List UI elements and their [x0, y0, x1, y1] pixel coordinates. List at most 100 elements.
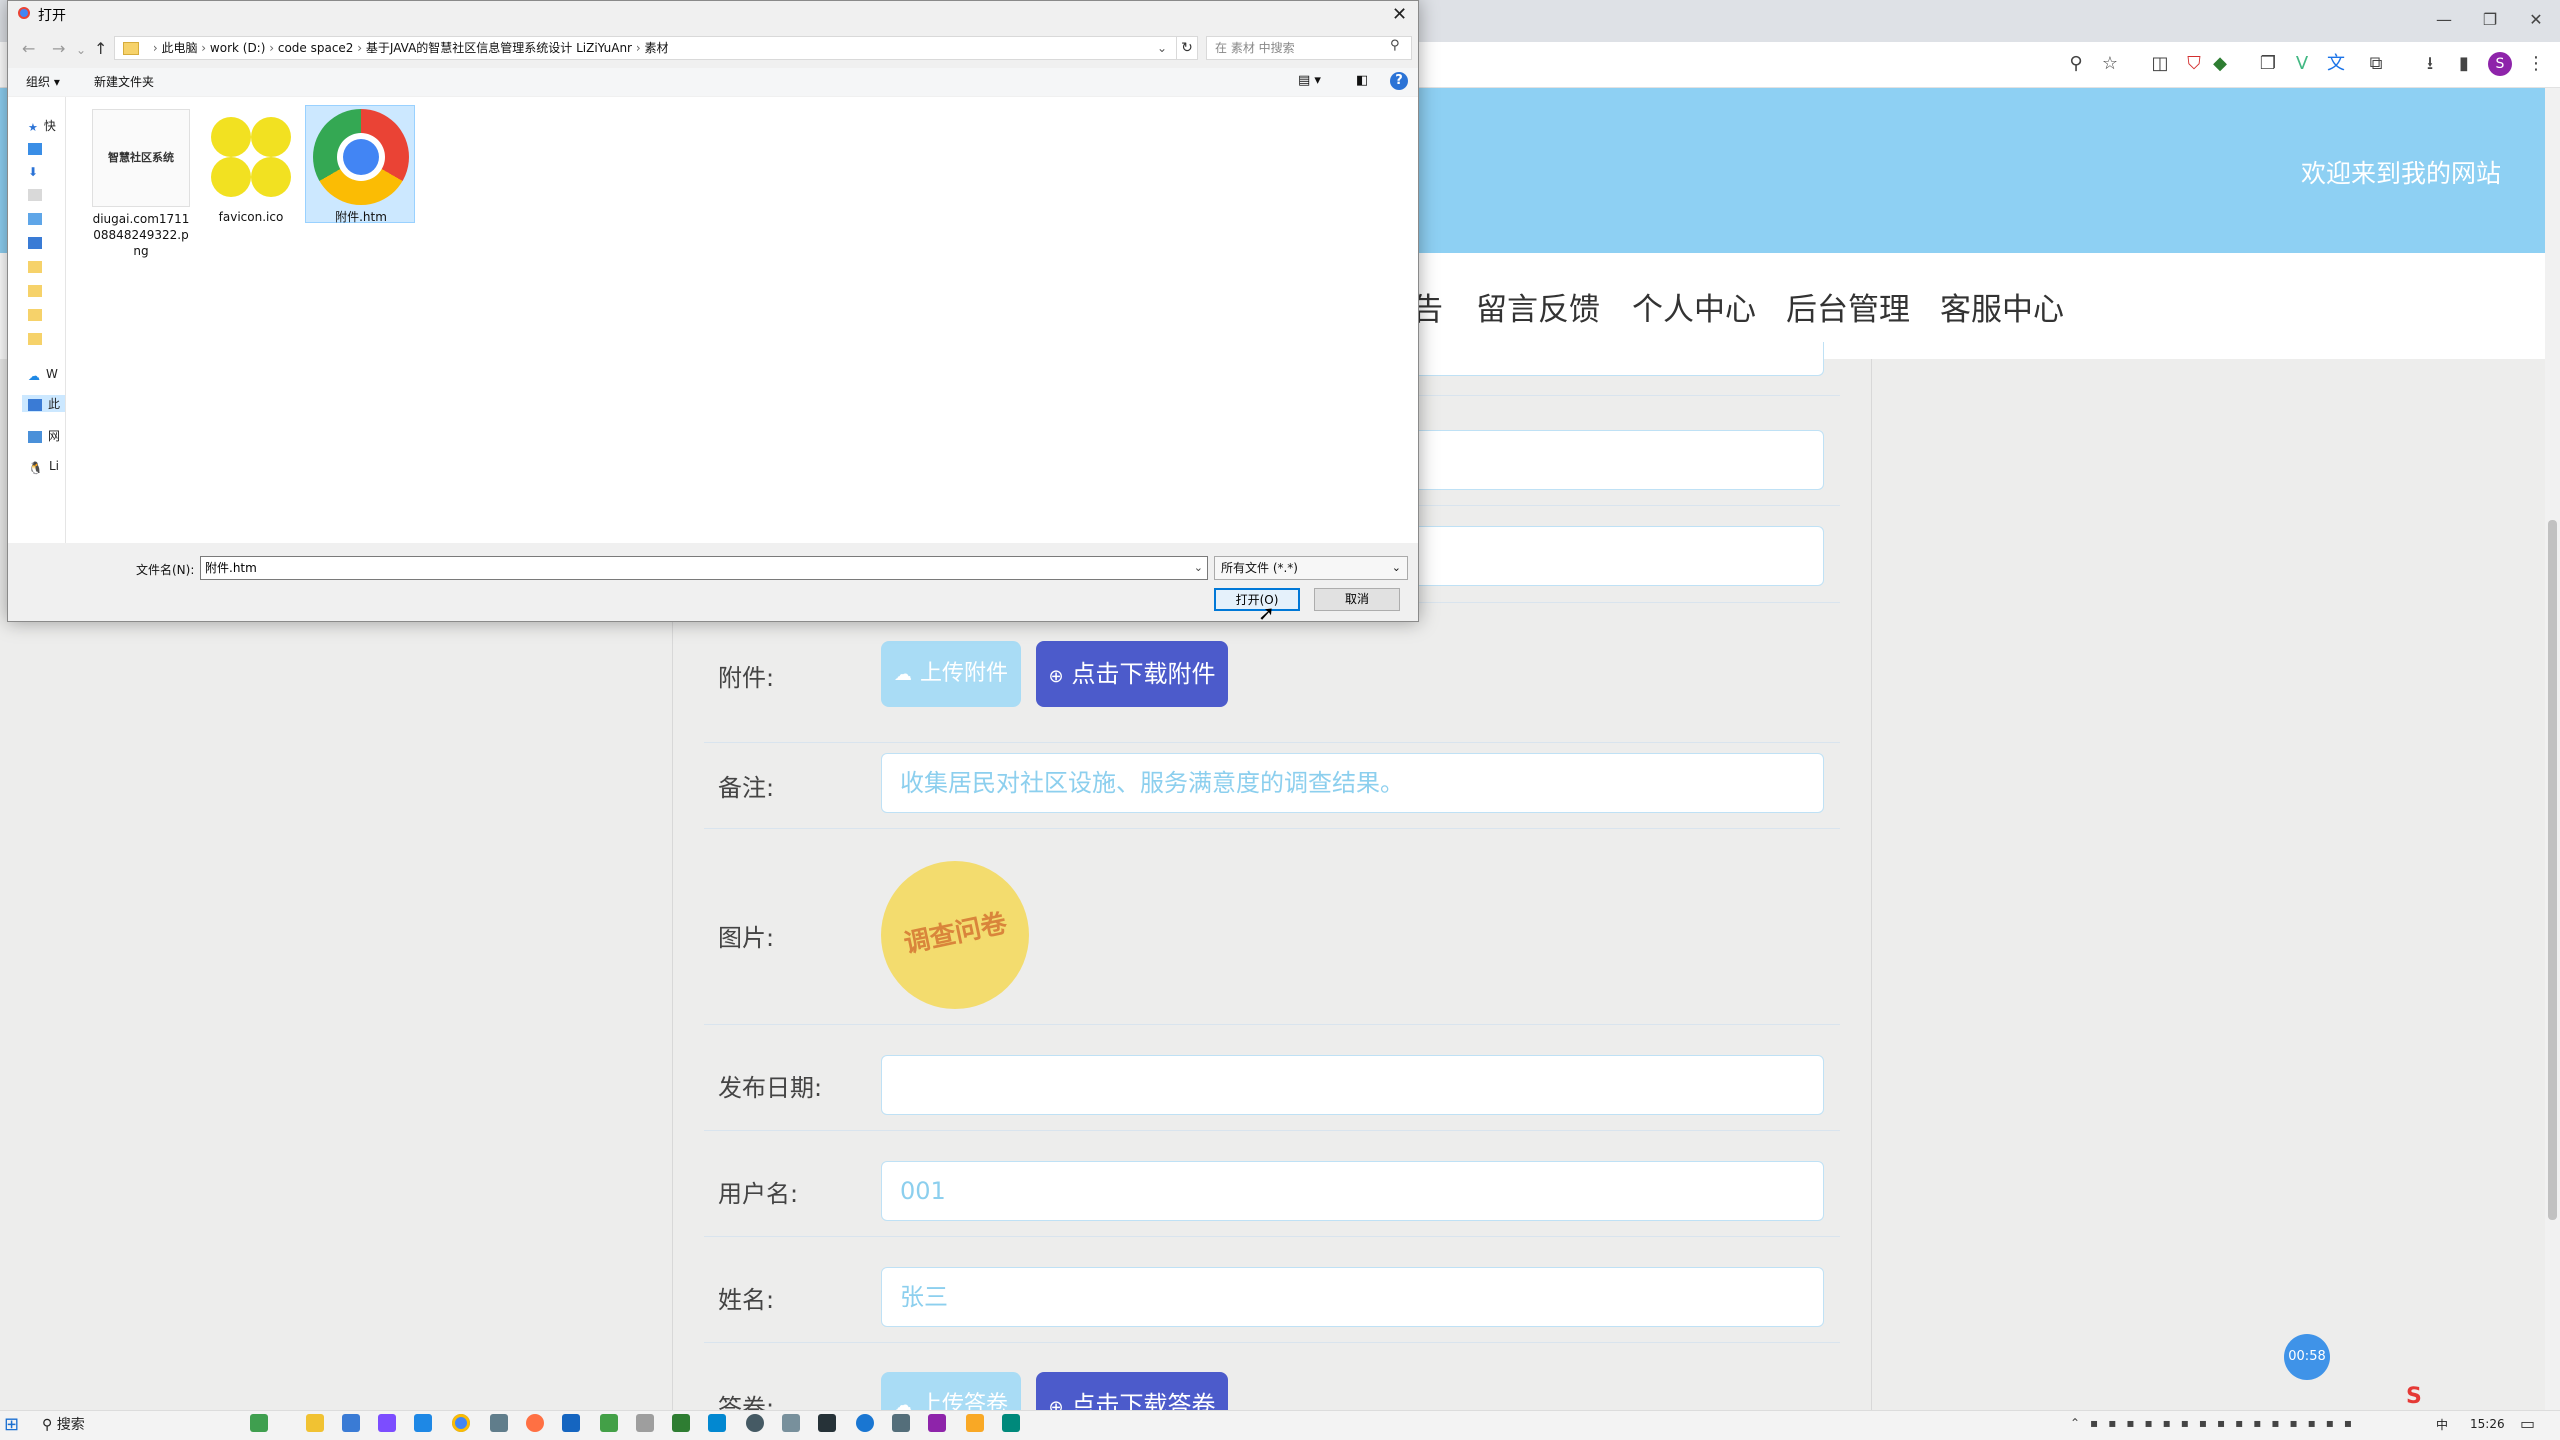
app-icon[interactable]	[856, 1414, 874, 1432]
nav-desktop[interactable]	[28, 141, 48, 155]
nav-pictures[interactable]	[28, 211, 48, 225]
star-icon[interactable]: ☆	[2098, 52, 2122, 76]
address-path[interactable]: › 此电脑 › work (D:) › code space2 › 基于JAVA…	[114, 36, 1178, 60]
sogou-ime-icon[interactable]: S	[2406, 1384, 2422, 1409]
browser-menu-icon[interactable]: ⋮	[2524, 52, 2548, 76]
minimize-button[interactable]: —	[2424, 8, 2464, 32]
timer-badge[interactable]: 00:58	[2284, 1334, 2330, 1380]
new-folder-button[interactable]: 新建文件夹	[94, 73, 154, 90]
path-segment[interactable]: 此电脑	[161, 41, 197, 55]
upload-attachment-button[interactable]: ☁ 上传附件	[881, 641, 1021, 707]
cancel-button[interactable]: 取消	[1314, 588, 1400, 611]
download-icon[interactable]: ⭳	[2418, 52, 2442, 76]
filename-input[interactable]: 附件.htm ⌄	[200, 556, 1208, 580]
nav-linux[interactable]: 🐧 Li	[28, 459, 59, 475]
view-options-icon[interactable]: ▤ ▾	[1298, 73, 1321, 88]
vue-icon[interactable]: V	[2290, 52, 2314, 76]
nav-onedrive[interactable]: ☁ W	[28, 367, 58, 383]
nav-network[interactable]: 网	[28, 427, 60, 444]
upload-answer-button[interactable]: ☁ 上传答卷	[881, 1372, 1021, 1410]
app-icon[interactable]	[562, 1414, 580, 1432]
nav-folder[interactable]	[28, 307, 48, 321]
path-segment[interactable]: 素材	[644, 41, 668, 55]
app-icon[interactable]	[708, 1414, 726, 1432]
up-arrow-icon[interactable]: ↑	[94, 39, 107, 58]
file-item-attachment-htm[interactable]: 附件.htm	[306, 109, 416, 225]
notification-icon[interactable]: ▭	[2520, 1414, 2535, 1433]
monitor-icon	[28, 398, 42, 411]
download-attachment-button[interactable]: ⊕ 点击下载附件	[1036, 641, 1228, 707]
settings-icon[interactable]	[490, 1414, 508, 1432]
terminal-icon[interactable]	[818, 1414, 836, 1432]
path-dropdown-icon[interactable]: ⌄	[1157, 37, 1167, 59]
chat-icon[interactable]	[746, 1414, 764, 1432]
help-icon[interactable]: ?	[1390, 72, 1408, 90]
file-explorer-icon[interactable]	[306, 1414, 324, 1432]
sidebar-icon[interactable]: ▮	[2452, 52, 2476, 76]
profile-avatar[interactable]: S	[2488, 52, 2512, 76]
app-icon[interactable]	[782, 1414, 800, 1432]
restore-button[interactable]: ❐	[2470, 8, 2510, 32]
screenshot-icon[interactable]: ◫	[2148, 52, 2172, 76]
scrollbar-thumb[interactable]	[2548, 520, 2557, 1220]
chrome-taskbar-icon[interactable]	[452, 1414, 470, 1432]
window-close-button[interactable]: ✕	[2516, 8, 2556, 32]
publish-date-field[interactable]	[881, 1055, 1824, 1115]
nav-this-pc[interactable]	[28, 235, 48, 249]
name-field[interactable]: 张三	[881, 1267, 1824, 1327]
chevron-down-icon[interactable]: ⌄	[1194, 557, 1203, 579]
app-icon[interactable]	[378, 1414, 396, 1432]
remark-field[interactable]: 收集居民对社区设施、服务满意度的调查结果。	[881, 753, 1824, 813]
nav-this-pc-selected[interactable]: 此	[22, 395, 65, 412]
download-answer-button[interactable]: ⊕ 点击下载答卷	[1036, 1372, 1228, 1410]
copy-icon[interactable]: ❐	[2256, 52, 2280, 76]
file-item-favicon[interactable]: favicon.ico	[196, 109, 306, 225]
recent-dropdown-icon[interactable]: ⌄	[76, 43, 86, 57]
wechat-icon[interactable]	[600, 1414, 618, 1432]
nav-documents[interactable]	[28, 187, 48, 201]
nav-downloads[interactable]: ⬇	[28, 163, 44, 179]
nav-folder[interactable]	[28, 259, 48, 273]
path-segment[interactable]: code space2	[278, 41, 354, 55]
app-icon[interactable]	[966, 1414, 984, 1432]
store-icon[interactable]	[342, 1414, 360, 1432]
refresh-icon[interactable]: ↻	[1176, 36, 1198, 60]
path-segment[interactable]: 基于JAVA的智慧社区信息管理系统设计 LiZiYuAnr	[366, 41, 632, 55]
nav-item-admin[interactable]: 后台管理	[1786, 284, 1910, 329]
zoom-icon[interactable]: ⚲	[2064, 52, 2088, 76]
username-field[interactable]: 001	[881, 1161, 1824, 1221]
nav-item-profile[interactable]: 个人中心	[1632, 284, 1756, 329]
dialog-close-button[interactable]: ✕	[1392, 4, 1407, 25]
back-arrow-icon[interactable]: ←	[22, 39, 35, 58]
extension-icon[interactable]: ◆	[2208, 52, 2232, 76]
system-tray-icons[interactable]: ⌃▪▪▪▪▪▪▪▪▪▪▪▪▪▪▪	[2070, 1416, 2362, 1430]
shield-icon[interactable]: ⛉	[2182, 52, 2206, 76]
search-input[interactable]: 在 素材 中搜索	[1206, 36, 1412, 60]
nav-folder[interactable]	[28, 331, 48, 345]
translate-icon[interactable]: 文	[2324, 52, 2348, 76]
app-icon[interactable]	[414, 1414, 432, 1432]
filetype-select[interactable]: 所有文件 (*.*) ⌄	[1214, 556, 1408, 580]
windows-start-icon[interactable]: ⊞	[4, 1414, 19, 1435]
app-icon[interactable]	[928, 1414, 946, 1432]
organize-button[interactable]: 组织 ▾	[26, 73, 60, 90]
path-segment[interactable]: work (D:)	[210, 41, 266, 55]
taskbar-widget-icon[interactable]	[250, 1414, 268, 1432]
forward-arrow-icon[interactable]: →	[52, 39, 65, 58]
preview-pane-icon[interactable]: ◧	[1356, 73, 1368, 88]
ime-language-indicator[interactable]: 中	[2436, 1416, 2448, 1433]
file-item-diugai[interactable]: 智慧社区系统 diugai.com1711 08848249322.p ng	[86, 109, 196, 259]
taskbar-clock[interactable]: 15:26	[2470, 1417, 2505, 1431]
taskbar-search[interactable]: ⚲ 搜索	[42, 1413, 262, 1437]
firefox-icon[interactable]	[526, 1414, 544, 1432]
nav-item-service[interactable]: 客服中心	[1940, 284, 2064, 329]
app-icon[interactable]	[636, 1414, 654, 1432]
app-icon[interactable]	[1002, 1414, 1020, 1432]
puzzle-icon[interactable]: ⧉	[2364, 52, 2388, 76]
nav-item-feedback[interactable]: 留言反馈	[1476, 284, 1600, 329]
app-icon[interactable]	[672, 1414, 690, 1432]
nav-folder[interactable]	[28, 283, 48, 297]
nav-quick-access[interactable]: ★ 快	[28, 117, 56, 134]
open-button[interactable]: 打开(O)	[1214, 588, 1300, 611]
app-icon[interactable]	[892, 1414, 910, 1432]
